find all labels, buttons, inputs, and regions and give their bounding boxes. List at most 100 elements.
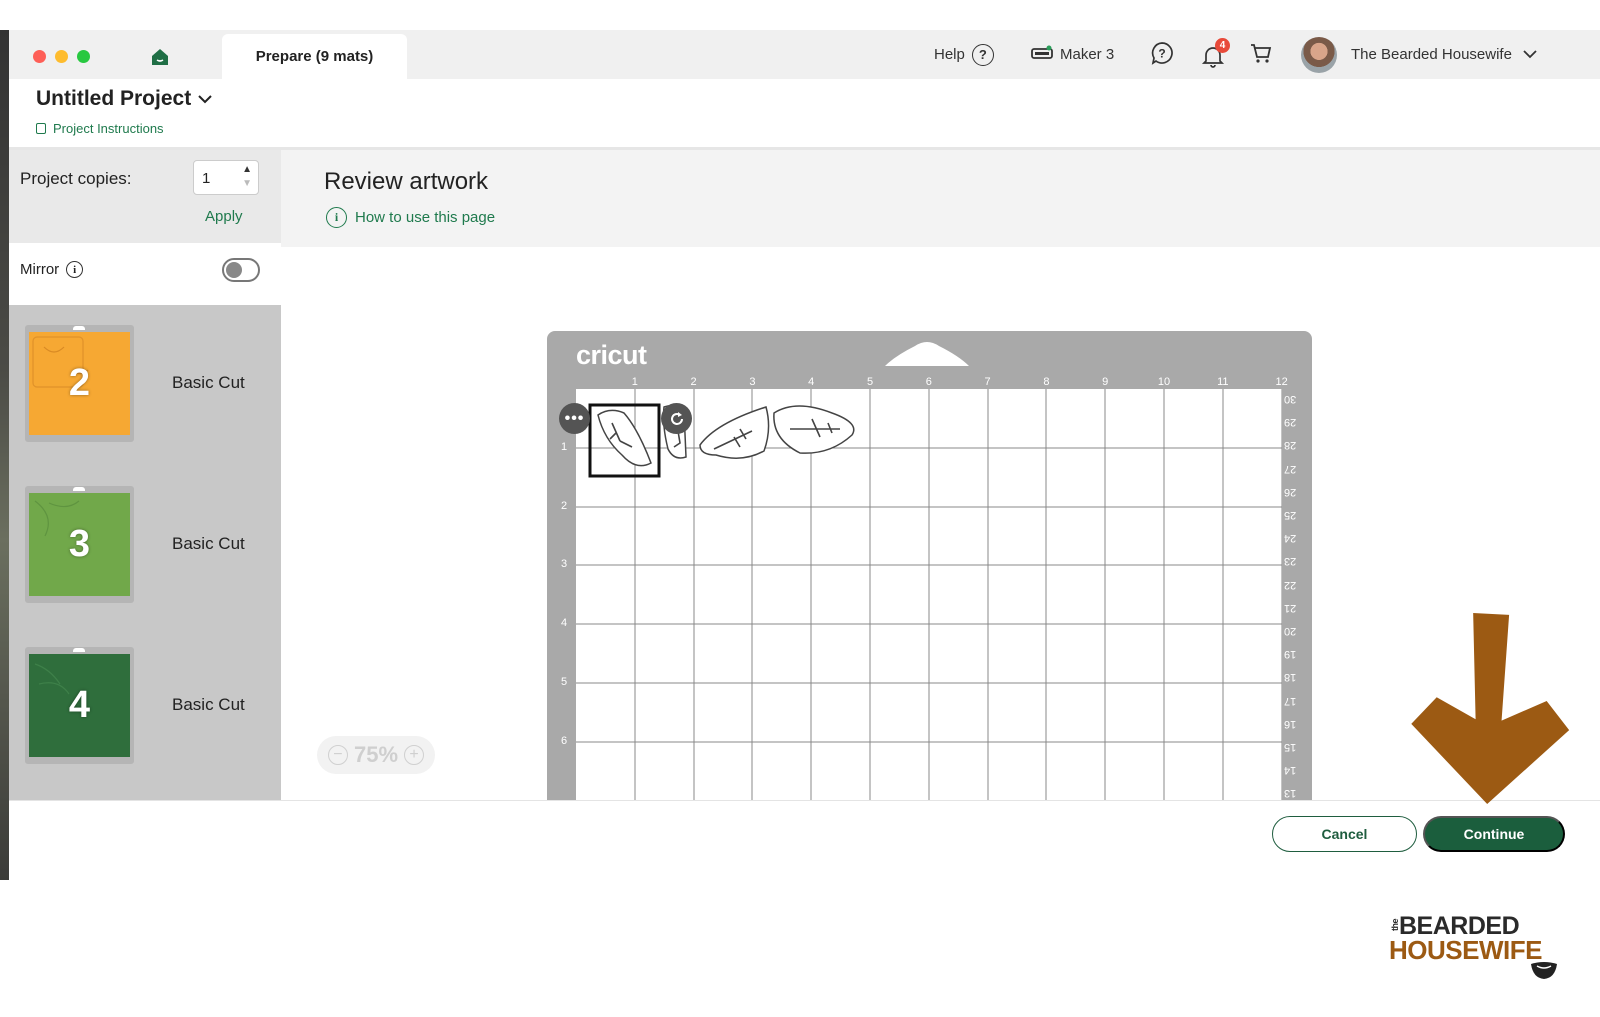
project-instructions-link[interactable]: Project Instructions (36, 121, 164, 136)
minimize-window-button[interactable] (55, 50, 68, 63)
screen: Prepare (9 mats) Help ? Maker 3 ? 4 The … (0, 0, 1600, 1017)
help-menu[interactable]: Help ? (934, 30, 994, 79)
artwork-piece[interactable] (699, 406, 770, 459)
ruler-label: 22 (1284, 578, 1297, 591)
ruler-label: 25 (1284, 509, 1297, 521)
beard-icon (1531, 962, 1557, 979)
logo-line-2: HOUSEWIFE (1389, 935, 1542, 965)
stepper-arrows[interactable]: ▲ ▼ (242, 163, 252, 191)
ruler-label: 13 (1284, 787, 1297, 800)
footer-bar: Cancel Continue (9, 800, 1600, 880)
close-window-button[interactable] (33, 50, 46, 63)
brand-logo: theBEARDED HOUSEWIFE (1389, 912, 1559, 984)
ruler-label: 16 (1284, 717, 1297, 730)
ruler-label: 11 (1217, 376, 1229, 388)
ruler-label: 27 (1284, 462, 1297, 475)
zoom-level: 75% (353, 742, 399, 767)
mat-item-3[interactable]: 3 Basic Cut (9, 486, 281, 646)
ruler-label: 30 (1284, 393, 1297, 405)
home-icon[interactable] (149, 46, 171, 68)
tab-prepare[interactable]: Prepare (9 mats) (222, 34, 407, 79)
app-window: Prepare (9 mats) Help ? Maker 3 ? 4 The … (9, 30, 1600, 880)
ruler-label: 5 (866, 376, 874, 388)
ruler-label: 2 (690, 376, 697, 388)
mat-grid[interactable] (576, 389, 1282, 806)
zoom-in-button[interactable]: + (404, 745, 425, 765)
desktop-background (0, 30, 9, 880)
notifications-button[interactable]: 4 (1201, 30, 1230, 79)
mat-list: 2 Basic Cut 3 Basic Cut 4 Basic Cut (9, 305, 281, 800)
apply-button[interactable]: Apply (205, 208, 243, 225)
mat-brand: cricut (576, 340, 647, 370)
how-to-link[interactable]: i How to use this page (326, 207, 495, 228)
mat-label: Basic Cut (172, 373, 245, 392)
account-menu[interactable]: The Bearded Housewife (1301, 30, 1538, 79)
project-title-dropdown[interactable]: Untitled Project (36, 87, 213, 111)
ruler-label: 1 (631, 376, 638, 388)
ruler-label: 28 (1284, 439, 1297, 452)
logo-prefix: the (1390, 919, 1400, 931)
down-arrow-annotation (1411, 612, 1570, 804)
copies-value: 1 (202, 170, 211, 187)
mat-handle (885, 342, 969, 366)
ruler-label: 6 (561, 734, 568, 747)
machine-selector[interactable]: Maker 3 (1031, 30, 1114, 79)
info-icon[interactable]: i (66, 261, 84, 278)
cart-button[interactable] (1249, 30, 1273, 79)
notification-badge: 4 (1215, 37, 1230, 53)
ruler-label: 15 (1284, 741, 1297, 753)
title-bar: Prepare (9 mats) Help ? Maker 3 ? 4 The … (9, 30, 1600, 79)
support-button[interactable]: ? (1150, 30, 1174, 79)
copies-label: Project copies: (20, 169, 132, 188)
avatar (1301, 36, 1337, 73)
mirror-label: Mirror (20, 261, 60, 278)
ruler-label: 5 (561, 676, 568, 688)
ruler-label: 6 (925, 376, 932, 388)
more-options-button[interactable]: ••• (559, 403, 590, 434)
ruler-label: 4 (561, 617, 568, 630)
how-to-label: How to use this page (355, 209, 496, 226)
mat-thumbnail: 3 (25, 486, 134, 603)
copies-stepper[interactable]: 1 ▲ ▼ (193, 160, 259, 195)
ruler-label: 2 (561, 499, 568, 512)
ruler-label: 1 (561, 440, 568, 453)
mat-thumbnail: 2 (25, 325, 134, 442)
user-name: The Bearded Housewife (1351, 46, 1512, 63)
maximize-window-button[interactable] (77, 50, 90, 63)
review-header: Review artwork i How to use this page (281, 150, 1600, 247)
ruler-label: 7 (984, 376, 991, 388)
rotate-icon (670, 411, 683, 425)
mat-item-2[interactable]: 2 Basic Cut (9, 325, 281, 485)
ruler-label: 14 (1284, 764, 1297, 777)
ruler-label: 23 (1284, 555, 1297, 568)
mat-item-4[interactable]: 4 Basic Cut (9, 647, 281, 807)
ruler-label: 19 (1284, 648, 1297, 661)
mat-label: Basic Cut (172, 534, 245, 553)
ruler-label: 9 (1102, 376, 1109, 388)
mirror-toggle[interactable] (222, 258, 260, 282)
grid-lines (576, 389, 1282, 806)
ruler-label: 26 (1284, 485, 1297, 498)
chevron-down-icon (1522, 46, 1538, 63)
artwork-piece[interactable] (597, 409, 652, 467)
machine-icon (1031, 45, 1053, 65)
machine-label: Maker 3 (1060, 46, 1115, 63)
ruler-label: 10 (1157, 376, 1171, 388)
svg-text:?: ? (1158, 46, 1165, 60)
project-copies-panel: Project copies: 1 ▲ ▼ Apply (9, 150, 281, 243)
continue-button[interactable]: Continue (1423, 816, 1565, 852)
mat-number: 2 (68, 362, 91, 404)
project-title: Untitled Project (36, 87, 192, 110)
ruler-label: 21 (1284, 601, 1297, 614)
ruler-label: 20 (1284, 625, 1297, 637)
page-title: Review artwork (324, 168, 489, 195)
cancel-button[interactable]: Cancel (1272, 816, 1417, 852)
mat-number: 3 (68, 523, 91, 565)
ruler-label: 3 (561, 558, 568, 571)
mat-label: Basic Cut (172, 695, 245, 714)
rotate-button[interactable] (661, 403, 692, 434)
document-icon (36, 123, 46, 134)
zoom-out-button[interactable]: − (327, 745, 348, 765)
bell-icon: 4 (1201, 37, 1230, 68)
toggle-knob (226, 262, 242, 278)
